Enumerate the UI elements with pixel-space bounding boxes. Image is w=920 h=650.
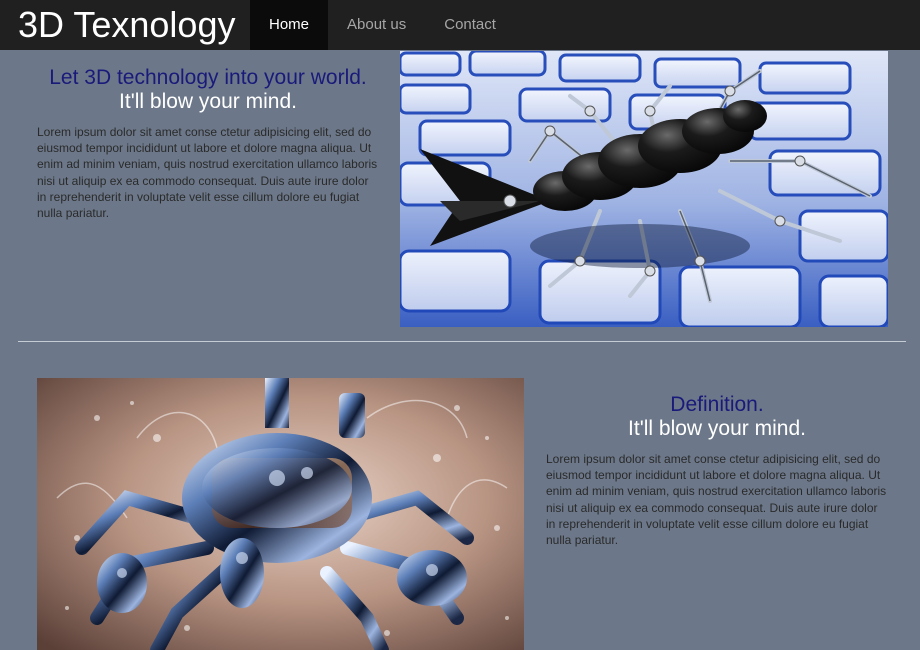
section2-body: Lorem ipsum dolor sit amet conse ctetur … [546,452,887,548]
nav-about-us[interactable]: About us [328,0,425,50]
section1-subtitle: It'll blow your mind. [119,90,297,113]
nav-contact[interactable]: Contact [425,0,515,50]
nav-home[interactable]: Home [250,0,329,50]
site-brand[interactable]: 3D Texnology [18,5,235,45]
main-nav: Home About us Contact [250,0,515,50]
robot-crab-image [37,378,524,650]
section1-body: Lorem ipsum dolor sit amet conse ctetur … [37,125,378,221]
section-divider [18,341,906,342]
section2-subtitle: It'll blow your mind. [628,417,806,440]
section1-title: Let 3D technology into your world. [49,66,367,89]
section1-text: Let 3D technology into your world. It'll… [37,66,379,221]
section2-title: Definition. [670,393,764,416]
robot-insect-image [400,51,888,327]
section2-text: Definition. It'll blow your mind. Lorem … [546,393,888,548]
site-header: 3D Texnology Home About us Contact [0,0,920,50]
